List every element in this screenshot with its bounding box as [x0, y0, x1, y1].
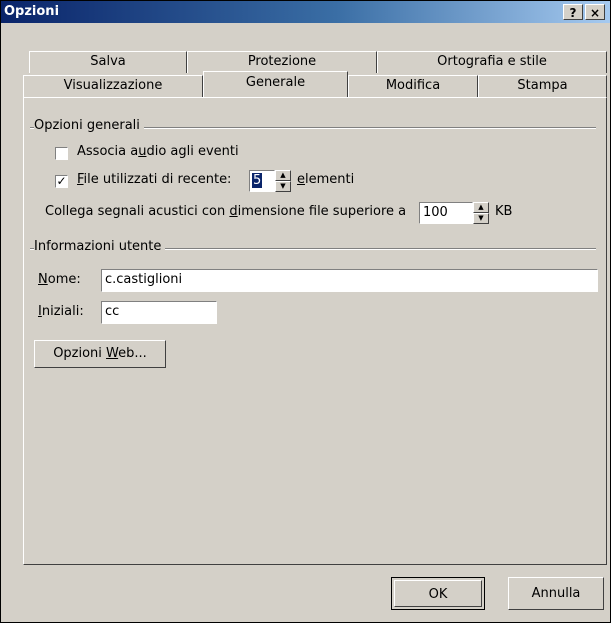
web-options-accel: W	[106, 346, 119, 361]
ok-button[interactable]: OK	[391, 577, 485, 610]
sound-accel: d	[229, 204, 238, 219]
cancel-button[interactable]: Annulla	[508, 577, 604, 610]
tab-modifica[interactable]: Modifica	[348, 75, 478, 97]
assoc-audio-label[interactable]: Associa audio agli eventi	[77, 144, 239, 159]
initials-field[interactable]: cc	[101, 301, 217, 324]
elements-post: lementi	[305, 172, 355, 187]
web-options-post: eb...	[118, 346, 147, 361]
sound-size-field[interactable]: 100	[419, 202, 473, 224]
tab-generale-label: Generale	[245, 75, 306, 90]
tab-visualizzazione[interactable]: Visualizzazione	[23, 75, 203, 97]
spin-up-icon[interactable]: ▲	[275, 170, 291, 181]
tab-generale[interactable]: Generale	[203, 71, 348, 97]
user-info-section-title: Informazioni utente	[34, 239, 166, 254]
spin-down-icon[interactable]: ▼	[275, 181, 291, 192]
spin-up-icon[interactable]: ▲	[473, 202, 489, 213]
name-label: Nome:	[38, 272, 81, 287]
sound-size-spinner[interactable]: ▲ ▼	[473, 202, 489, 224]
web-options-pre: Opzioni	[53, 346, 107, 361]
sound-unit-label: KB	[495, 204, 513, 219]
recent-files-checkbox[interactable]: ✓	[55, 175, 68, 188]
help-button[interactable]: ?	[563, 4, 583, 20]
sound-threshold-label: Collega segnali acustici con dimensione …	[45, 204, 406, 219]
tab-salva[interactable]: Salva	[29, 51, 187, 73]
name-post: ome:	[47, 272, 81, 287]
sound-post: imensione file superiore a	[237, 204, 407, 219]
name-field[interactable]: c.castiglioni	[101, 269, 598, 292]
assoc-audio-checkbox[interactable]	[55, 147, 68, 160]
sound-pre: Collega segnali acustici con	[45, 204, 230, 219]
close-button[interactable]: ×	[585, 4, 605, 20]
elements-label: elementi	[297, 172, 354, 187]
tab-protezione[interactable]: Protezione	[187, 51, 377, 73]
recent-files-count-field[interactable]: 5	[249, 170, 275, 192]
elements-accel: e	[297, 172, 305, 187]
recent-files-count-value: 5	[252, 173, 263, 188]
window-title: Opzioni	[4, 4, 60, 19]
assoc-audio-pre: Associa a	[77, 144, 139, 159]
web-options-button[interactable]: Opzioni Web...	[34, 340, 166, 368]
tab-ortografia-e-stile[interactable]: Ortografia e stile	[377, 51, 607, 73]
name-accel: N	[38, 272, 48, 287]
initials-label: Iniziali:	[38, 304, 84, 319]
general-section-title: Opzioni generali	[34, 118, 144, 133]
recent-files-spinner[interactable]: ▲ ▼	[275, 170, 291, 192]
tab-stampa[interactable]: Stampa	[478, 75, 607, 97]
recent-files-post: ile utilizzati di recente:	[83, 172, 232, 187]
title-bar: Opzioni ? ×	[1, 1, 610, 23]
ok-button-face: OK	[394, 580, 482, 607]
spin-down-icon[interactable]: ▼	[473, 213, 489, 224]
assoc-audio-post: dio agli eventi	[146, 144, 239, 159]
recent-files-label[interactable]: File utilizzati di recente:	[77, 172, 231, 187]
options-dialog: Opzioni ? × Salva Protezione Ortografia …	[0, 0, 611, 623]
tab-panel-generale: Opzioni generali Associa audio agli even…	[23, 97, 607, 565]
initials-post: niziali:	[41, 304, 84, 319]
